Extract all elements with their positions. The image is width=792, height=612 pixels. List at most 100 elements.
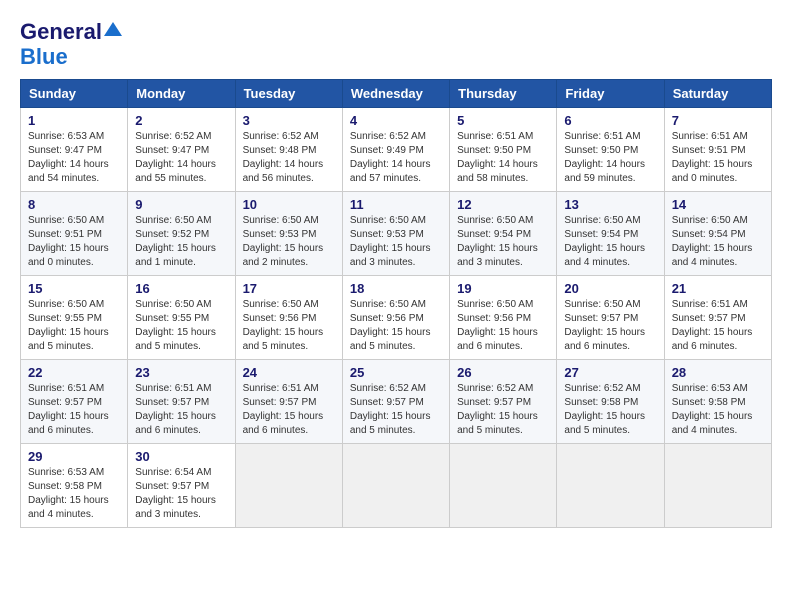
day-info: Sunrise: 6:53 AM Sunset: 9:58 PM Dayligh… (672, 382, 764, 438)
calendar-cell: 4 Sunrise: 6:52 AM Sunset: 9:49 PM Daylig… (342, 108, 449, 192)
calendar-cell (235, 444, 342, 528)
day-info: Sunrise: 6:52 AM Sunset: 9:58 PM Dayligh… (564, 382, 656, 438)
day-number: 11 (350, 197, 442, 212)
day-info: Sunrise: 6:51 AM Sunset: 9:51 PM Dayligh… (672, 130, 764, 186)
day-info: Sunrise: 6:50 AM Sunset: 9:53 PM Dayligh… (350, 214, 442, 270)
calendar-cell (450, 444, 557, 528)
calendar-cell: 8 Sunrise: 6:50 AM Sunset: 9:51 PM Daylig… (21, 192, 128, 276)
day-info: Sunrise: 6:51 AM Sunset: 9:57 PM Dayligh… (135, 382, 227, 438)
day-number: 22 (28, 365, 120, 380)
day-info: Sunrise: 6:51 AM Sunset: 9:57 PM Dayligh… (672, 298, 764, 354)
day-number: 9 (135, 197, 227, 212)
day-number: 26 (457, 365, 549, 380)
calendar-body: 1Sunrise: 6:53 AM Sunset: 9:47 PM Daylig… (21, 108, 772, 528)
day-info: Sunrise: 6:52 AM Sunset: 9:48 PM Dayligh… (243, 130, 335, 186)
week-row-2: 8 Sunrise: 6:50 AM Sunset: 9:51 PM Daylig… (21, 192, 772, 276)
logo-icon (104, 20, 122, 38)
logo-general: General (20, 20, 102, 44)
calendar-table: SundayMondayTuesdayWednesdayThursdayFrid… (20, 79, 772, 528)
calendar-cell: 17 Sunrise: 6:50 AM Sunset: 9:56 PM Dayli… (235, 276, 342, 360)
calendar-cell: 30 Sunrise: 6:54 AM Sunset: 9:57 PM Dayli… (128, 444, 235, 528)
page-header: General Blue (20, 20, 772, 69)
calendar-cell: 13Sunrise: 6:50 AM Sunset: 9:54 PM Dayli… (557, 192, 664, 276)
calendar-cell: 18Sunrise: 6:50 AM Sunset: 9:56 PM Dayli… (342, 276, 449, 360)
day-info: Sunrise: 6:52 AM Sunset: 9:49 PM Dayligh… (350, 130, 442, 186)
day-number: 28 (672, 365, 764, 380)
header-cell-sunday: Sunday (21, 80, 128, 108)
day-info: Sunrise: 6:50 AM Sunset: 9:57 PM Dayligh… (564, 298, 656, 354)
calendar-cell: 2 Sunrise: 6:52 AM Sunset: 9:47 PM Daylig… (128, 108, 235, 192)
day-number: 6 (564, 113, 656, 128)
day-info: Sunrise: 6:50 AM Sunset: 9:52 PM Dayligh… (135, 214, 227, 270)
week-row-1: 1Sunrise: 6:53 AM Sunset: 9:47 PM Daylig… (21, 108, 772, 192)
calendar-cell: 16 Sunrise: 6:50 AM Sunset: 9:55 PM Dayli… (128, 276, 235, 360)
day-info: Sunrise: 6:51 AM Sunset: 9:50 PM Dayligh… (564, 130, 656, 186)
day-info: Sunrise: 6:50 AM Sunset: 9:56 PM Dayligh… (457, 298, 549, 354)
day-number: 23 (135, 365, 227, 380)
day-info: Sunrise: 6:50 AM Sunset: 9:56 PM Dayligh… (243, 298, 335, 354)
day-number: 29 (28, 449, 120, 464)
week-row-4: 22 Sunrise: 6:51 AM Sunset: 9:57 PM Dayli… (21, 360, 772, 444)
day-number: 5 (457, 113, 549, 128)
logo-blue: Blue (20, 45, 68, 69)
calendar-cell: 26Sunrise: 6:52 AM Sunset: 9:57 PM Dayli… (450, 360, 557, 444)
header-cell-wednesday: Wednesday (342, 80, 449, 108)
day-info: Sunrise: 6:51 AM Sunset: 9:50 PM Dayligh… (457, 130, 549, 186)
day-info: Sunrise: 6:50 AM Sunset: 9:54 PM Dayligh… (457, 214, 549, 270)
calendar-cell (557, 444, 664, 528)
week-row-5: 29 Sunrise: 6:53 AM Sunset: 9:58 PM Dayli… (21, 444, 772, 528)
header-cell-saturday: Saturday (664, 80, 771, 108)
calendar-cell: 21 Sunrise: 6:51 AM Sunset: 9:57 PM Dayli… (664, 276, 771, 360)
day-number: 24 (243, 365, 335, 380)
calendar-cell: 22 Sunrise: 6:51 AM Sunset: 9:57 PM Dayli… (21, 360, 128, 444)
day-info: Sunrise: 6:52 AM Sunset: 9:47 PM Dayligh… (135, 130, 227, 186)
calendar-cell: 14 Sunrise: 6:50 AM Sunset: 9:54 PM Dayli… (664, 192, 771, 276)
day-number: 17 (243, 281, 335, 296)
calendar-cell: 28 Sunrise: 6:53 AM Sunset: 9:58 PM Dayli… (664, 360, 771, 444)
day-number: 15 (28, 281, 120, 296)
day-number: 21 (672, 281, 764, 296)
day-info: Sunrise: 6:50 AM Sunset: 9:55 PM Dayligh… (28, 298, 120, 354)
day-info: Sunrise: 6:51 AM Sunset: 9:57 PM Dayligh… (28, 382, 120, 438)
day-number: 4 (350, 113, 442, 128)
day-info: Sunrise: 6:52 AM Sunset: 9:57 PM Dayligh… (350, 382, 442, 438)
calendar-cell: 1Sunrise: 6:53 AM Sunset: 9:47 PM Daylig… (21, 108, 128, 192)
header-cell-thursday: Thursday (450, 80, 557, 108)
calendar-cell: 10Sunrise: 6:50 AM Sunset: 9:53 PM Dayli… (235, 192, 342, 276)
header-cell-monday: Monday (128, 80, 235, 108)
day-number: 20 (564, 281, 656, 296)
day-number: 25 (350, 365, 442, 380)
calendar-cell: 9 Sunrise: 6:50 AM Sunset: 9:52 PM Daylig… (128, 192, 235, 276)
day-info: Sunrise: 6:50 AM Sunset: 9:55 PM Dayligh… (135, 298, 227, 354)
week-row-3: 15 Sunrise: 6:50 AM Sunset: 9:55 PM Dayli… (21, 276, 772, 360)
header-cell-friday: Friday (557, 80, 664, 108)
day-number: 30 (135, 449, 227, 464)
calendar-cell: 27 Sunrise: 6:52 AM Sunset: 9:58 PM Dayli… (557, 360, 664, 444)
calendar-cell: 29 Sunrise: 6:53 AM Sunset: 9:58 PM Dayli… (21, 444, 128, 528)
day-number: 16 (135, 281, 227, 296)
day-number: 27 (564, 365, 656, 380)
calendar-cell: 6 Sunrise: 6:51 AM Sunset: 9:50 PM Daylig… (557, 108, 664, 192)
day-number: 19 (457, 281, 549, 296)
day-info: Sunrise: 6:50 AM Sunset: 9:53 PM Dayligh… (243, 214, 335, 270)
header-row: SundayMondayTuesdayWednesdayThursdayFrid… (21, 80, 772, 108)
day-info: Sunrise: 6:50 AM Sunset: 9:54 PM Dayligh… (672, 214, 764, 270)
day-info: Sunrise: 6:51 AM Sunset: 9:57 PM Dayligh… (243, 382, 335, 438)
calendar-cell: 11 Sunrise: 6:50 AM Sunset: 9:53 PM Dayli… (342, 192, 449, 276)
day-number: 14 (672, 197, 764, 212)
day-number: 8 (28, 197, 120, 212)
calendar-cell: 25 Sunrise: 6:52 AM Sunset: 9:57 PM Dayli… (342, 360, 449, 444)
calendar-cell: 15 Sunrise: 6:50 AM Sunset: 9:55 PM Dayli… (21, 276, 128, 360)
day-number: 1 (28, 113, 120, 128)
calendar-cell (664, 444, 771, 528)
day-info: Sunrise: 6:50 AM Sunset: 9:51 PM Dayligh… (28, 214, 120, 270)
calendar-cell: 12 Sunrise: 6:50 AM Sunset: 9:54 PM Dayli… (450, 192, 557, 276)
calendar-cell: 7Sunrise: 6:51 AM Sunset: 9:51 PM Daylig… (664, 108, 771, 192)
logo: General Blue (20, 20, 122, 69)
calendar-cell: 23 Sunrise: 6:51 AM Sunset: 9:57 PM Dayli… (128, 360, 235, 444)
day-info: Sunrise: 6:54 AM Sunset: 9:57 PM Dayligh… (135, 466, 227, 522)
calendar-cell: 24 Sunrise: 6:51 AM Sunset: 9:57 PM Dayli… (235, 360, 342, 444)
day-number: 2 (135, 113, 227, 128)
day-info: Sunrise: 6:53 AM Sunset: 9:58 PM Dayligh… (28, 466, 120, 522)
day-number: 12 (457, 197, 549, 212)
